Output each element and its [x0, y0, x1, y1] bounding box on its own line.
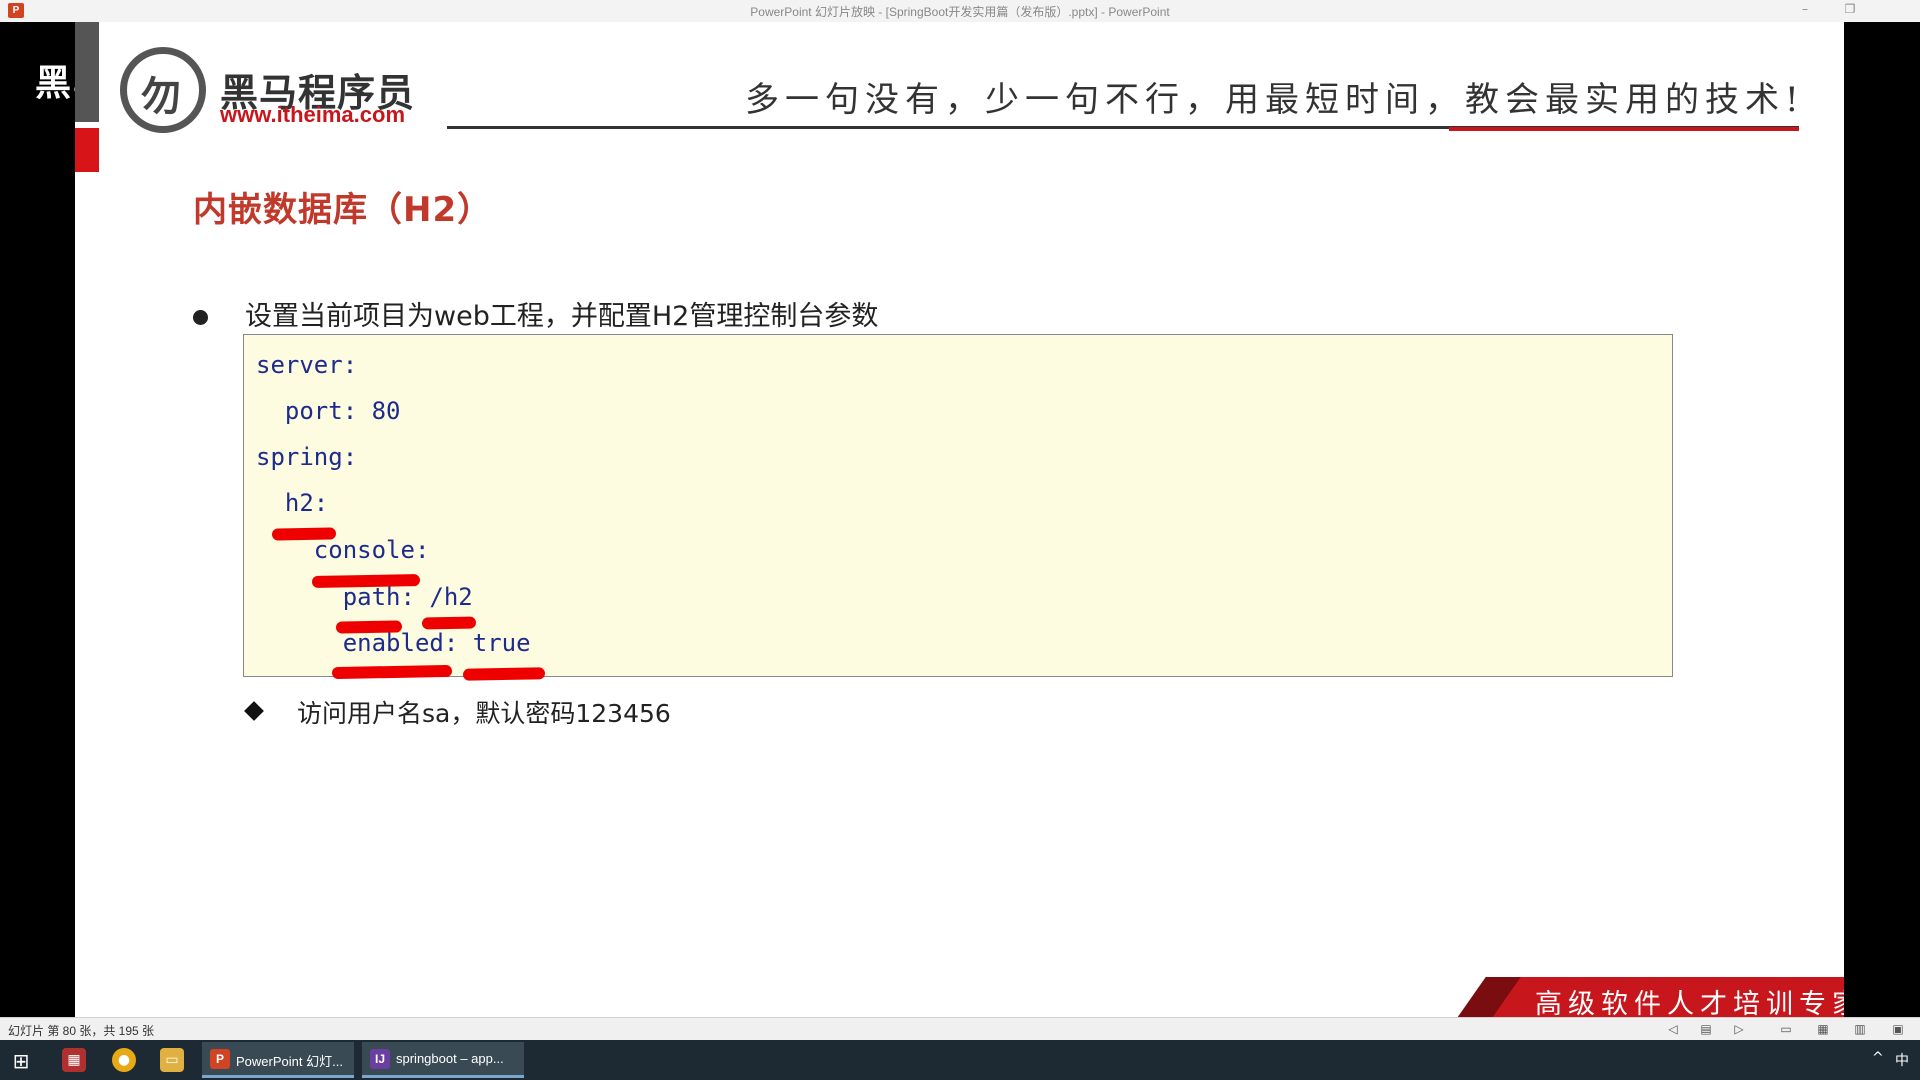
highlight-mark — [331, 664, 453, 680]
sorter-view-icon[interactable]: ▦ — [1815, 1021, 1831, 1037]
header-rule-accent — [1449, 127, 1799, 131]
sub-bullet-text: 访问用户名sa，默认密码123456 — [297, 699, 671, 728]
highlight-mark — [271, 527, 337, 541]
bullet-text: 设置当前项目为web工程，并配置H2管理控制台参数 — [245, 301, 879, 332]
window-title: PowerPoint 幻灯片放映 - [SpringBoot开发实用篇（发布版）… — [750, 5, 1170, 19]
code-line: port: 80 — [256, 397, 401, 425]
banner-text: 高级软件人才培训专家 — [1535, 989, 1844, 1020]
minimize-button[interactable]: – — [1790, 2, 1820, 20]
code-line: spring: — [256, 443, 358, 471]
tray-chevron-icon[interactable]: ^ — [1872, 1050, 1884, 1066]
decor-bar-grey — [75, 22, 99, 122]
prev-icon[interactable]: ◁ — [1665, 1021, 1681, 1037]
bullet-icon — [193, 310, 208, 325]
slide-title: 内嵌数据库（H2） — [193, 190, 493, 230]
logo-mark: 勿 — [141, 73, 181, 120]
diamond-bullet-icon — [244, 701, 264, 721]
slideshow-stage: 黑马程序员 勿 黑马程序员 www.itheima.com 多一句没有，少一句不… — [0, 22, 1920, 1022]
taskbar-app-label: springboot – app... — [396, 1051, 504, 1066]
code-block: server: port: 80 spring: h2: console: pa… — [243, 334, 1673, 681]
taskbar-app-intellij[interactable]: IJ springboot – app... — [362, 1042, 524, 1078]
window-titlebar: P PowerPoint 幻灯片放映 - [SpringBoot开发实用篇（发布… — [0, 0, 1920, 23]
restore-button[interactable]: ❐ — [1835, 2, 1865, 20]
powerpoint-icon: P — [210, 1049, 230, 1069]
app-pinned-icon[interactable]: ▦ — [62, 1048, 86, 1072]
taskbar-app-powerpoint[interactable]: P PowerPoint 幻灯... — [202, 1042, 354, 1078]
highlight-mark — [335, 620, 403, 634]
code-line: enabled: true — [256, 629, 531, 657]
slide-counter: 幻灯片 第 80 张，共 195 张 — [8, 1024, 155, 1038]
code-line: h2: — [256, 489, 329, 517]
highlight-mark — [421, 616, 477, 630]
taskbar-app-label: PowerPoint 幻灯... — [236, 1054, 343, 1069]
ime-indicator[interactable]: 中 — [1895, 1050, 1909, 1070]
statusbar: 幻灯片 第 80 张，共 195 张 ◁ ▤ ▷ ▭ ▦ ▥ ▣ — [0, 1017, 1920, 1040]
next-icon[interactable]: ▷ — [1731, 1021, 1747, 1037]
code-line: server: — [256, 351, 358, 379]
slogan: 多一句没有，少一句不行，用最短时间，教会最实用的技术! — [745, 80, 1805, 120]
logo-icon: 勿 — [120, 47, 206, 133]
file-explorer-icon[interactable]: ▭ — [160, 1048, 184, 1072]
logo-url: www.itheima.com — [220, 102, 406, 127]
notes-icon[interactable]: ▤ — [1698, 1021, 1714, 1037]
slide[interactable]: 勿 黑马程序员 www.itheima.com 多一句没有，少一句不行，用最短时… — [75, 22, 1844, 1022]
taskbar: ⊞ ▦ ● ▭ P PowerPoint 幻灯... IJ springboot… — [0, 1040, 1920, 1080]
chrome-icon[interactable]: ● — [112, 1048, 136, 1072]
normal-view-icon[interactable]: ▭ — [1778, 1021, 1794, 1037]
decor-bar-red — [75, 128, 99, 172]
code-line: path: /h2 — [256, 583, 473, 611]
highlight-mark — [462, 667, 546, 681]
intellij-icon: IJ — [370, 1049, 390, 1069]
slideshow-icon[interactable]: ▣ — [1890, 1021, 1906, 1037]
start-icon[interactable]: ⊞ — [10, 1050, 32, 1072]
reading-view-icon[interactable]: ▥ — [1852, 1021, 1868, 1037]
highlight-mark — [311, 574, 421, 588]
